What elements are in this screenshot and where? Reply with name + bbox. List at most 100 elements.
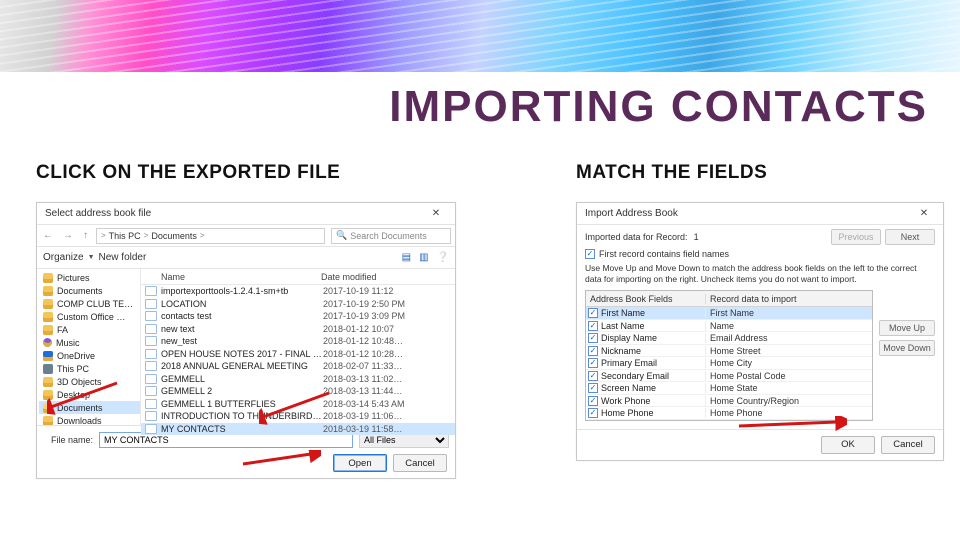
field-mapping-grid[interactable]: Address Book Fields Record data to impor…	[585, 290, 873, 421]
nav-item-label: Pictures	[57, 273, 90, 283]
row-checkbox[interactable]: ✓	[588, 396, 598, 406]
file-name: GEMMELL	[161, 374, 323, 384]
row-checkbox[interactable]: ✓	[588, 346, 598, 356]
search-input[interactable]: 🔍 Search Documents	[331, 228, 451, 244]
map-field: Home Phone	[601, 408, 654, 418]
nav-item[interactable]: This PC	[39, 362, 140, 375]
move-down-button[interactable]: Move Down	[879, 340, 935, 356]
file-date: 2018-01-12 10:28…	[323, 349, 403, 359]
col-name[interactable]: Name	[141, 272, 321, 282]
file-icon	[145, 411, 157, 421]
folder-icon	[43, 338, 52, 347]
nav-item[interactable]: COMP CLUB TE…	[39, 297, 140, 310]
nav-item[interactable]: Desktop	[39, 388, 140, 401]
row-checkbox[interactable]: ✓	[588, 333, 598, 343]
map-row[interactable]: ✓Last NameName	[586, 320, 872, 333]
nav-pane[interactable]: PicturesDocumentsCOMP CLUB TE…Custom Off…	[37, 269, 141, 425]
nav-item-label: OneDrive	[57, 351, 95, 361]
file-date: 2017-10-19 2:50 PM	[323, 299, 405, 309]
nav-item[interactable]: FA	[39, 323, 140, 336]
left-heading: CLICK ON THE EXPORTED FILE	[36, 162, 556, 184]
nav-item-label: Desktop	[57, 390, 90, 400]
folder-icon	[43, 377, 53, 387]
file-row[interactable]: 2018 ANNUAL GENERAL MEETING2018-02-07 11…	[141, 360, 455, 373]
folder-icon	[43, 351, 53, 361]
previous-button[interactable]: Previous	[831, 229, 881, 245]
map-row[interactable]: ✓First NameFirst Name	[586, 307, 872, 320]
file-row[interactable]: new_test2018-01-12 10:48…	[141, 335, 455, 348]
map-col-fields: Address Book Fields	[586, 294, 706, 304]
ok-button[interactable]: OK	[821, 436, 875, 454]
nav-item[interactable]: 3D Objects	[39, 375, 140, 388]
move-up-button[interactable]: Move Up	[879, 320, 935, 336]
file-row[interactable]: GEMMELL 1 BUTTERFLIES2018-03-14 5:43 AM	[141, 398, 455, 411]
nav-up-icon[interactable]: ↑	[81, 230, 90, 241]
row-checkbox[interactable]: ✓	[588, 358, 598, 368]
col-date[interactable]: Date modified	[321, 272, 455, 282]
close-icon[interactable]: ✕	[421, 208, 451, 219]
row-checkbox[interactable]: ✓	[588, 308, 598, 318]
open-button[interactable]: Open	[333, 454, 387, 472]
map-row[interactable]: ✓NicknameHome Street	[586, 345, 872, 358]
file-name: new text	[161, 324, 323, 334]
file-date: 2017-10-19 3:09 PM	[323, 311, 405, 321]
nav-item[interactable]: Music	[39, 336, 140, 349]
row-checkbox[interactable]: ✓	[588, 371, 598, 381]
breadcrumb[interactable]: > This PC > Documents >	[96, 228, 325, 244]
nav-item[interactable]: Documents	[39, 284, 140, 297]
map-field: Secondary Email	[601, 371, 669, 381]
map-row[interactable]: ✓Primary EmailHome City	[586, 357, 872, 370]
nav-fwd-icon[interactable]: →	[61, 230, 75, 241]
row-checkbox[interactable]: ✓	[588, 408, 598, 418]
nav-item-label: Music	[56, 338, 80, 348]
file-name: OPEN HOUSE NOTES 2017 - FINAL text	[161, 349, 323, 359]
file-row[interactable]: INTRODUCTION TO THUNDERBIRD - April 20…2…	[141, 410, 455, 423]
nav-item[interactable]: OneDrive	[39, 349, 140, 362]
map-row[interactable]: ✓Display NameEmail Address	[586, 332, 872, 345]
cancel-button[interactable]: Cancel	[881, 436, 935, 454]
file-row[interactable]: GEMMELL 22018-03-13 11:44…	[141, 385, 455, 398]
row-checkbox[interactable]: ✓	[588, 321, 598, 331]
folder-icon	[43, 403, 53, 413]
slide-banner	[0, 0, 960, 72]
map-row[interactable]: ✓Screen NameHome State	[586, 382, 872, 395]
nav-back-icon[interactable]: ←	[41, 230, 55, 241]
file-row[interactable]: new text2018-01-12 10:07	[141, 323, 455, 336]
file-icon	[145, 386, 157, 396]
nav-item[interactable]: Pictures	[39, 271, 140, 284]
help-icon[interactable]: ❔	[437, 252, 449, 263]
cancel-button[interactable]: Cancel	[393, 454, 447, 472]
file-row[interactable]: LOCATION2017-10-19 2:50 PM	[141, 298, 455, 311]
nav-item[interactable]: Custom Office …	[39, 310, 140, 323]
file-row[interactable]: GEMMELL2018-03-13 11:02…	[141, 373, 455, 386]
file-row[interactable]: importexporttools-1.2.4.1-sm+tb2017-10-1…	[141, 285, 455, 298]
organize-button[interactable]: Organize	[43, 252, 84, 263]
file-icon	[145, 324, 157, 334]
file-list[interactable]: Name Date modified importexporttools-1.2…	[141, 269, 455, 425]
file-row[interactable]: MY CONTACTS2018-03-19 11:58…	[141, 423, 455, 436]
import-dialog: Import Address Book ✕ Imported data for …	[576, 202, 944, 461]
file-row[interactable]: contacts test2017-10-19 3:09 PM	[141, 310, 455, 323]
first-record-checkbox[interactable]: ✓	[585, 249, 595, 259]
nav-item-label: Documents	[57, 403, 103, 413]
file-name: 2018 ANNUAL GENERAL MEETING	[161, 361, 323, 371]
map-row[interactable]: ✓Home PhoneHome Phone	[586, 407, 872, 420]
new-folder-button[interactable]: New folder	[99, 252, 147, 263]
next-button[interactable]: Next	[885, 229, 935, 245]
view-tiles-icon[interactable]: ▤	[402, 252, 411, 263]
map-row[interactable]: ✓Work PhoneHome Country/Region	[586, 395, 872, 408]
file-row[interactable]: OPEN HOUSE NOTES 2017 - FINAL text2018-0…	[141, 348, 455, 361]
file-date: 2018-03-13 11:44…	[323, 386, 402, 396]
map-col-data: Record data to import	[706, 294, 872, 304]
close-icon[interactable]: ✕	[909, 208, 939, 219]
folder-icon	[43, 312, 53, 322]
map-row[interactable]: ✓Secondary EmailHome Postal Code	[586, 370, 872, 383]
folder-icon	[43, 416, 53, 426]
chevron-down-icon[interactable]: ▼	[88, 254, 95, 261]
file-name: INTRODUCTION TO THUNDERBIRD - April 20…	[161, 411, 323, 421]
view-details-icon[interactable]: ▥	[419, 252, 428, 263]
nav-item[interactable]: Documents	[39, 401, 140, 414]
file-icon	[145, 286, 157, 296]
nav-item[interactable]: Downloads	[39, 414, 140, 425]
row-checkbox[interactable]: ✓	[588, 383, 598, 393]
